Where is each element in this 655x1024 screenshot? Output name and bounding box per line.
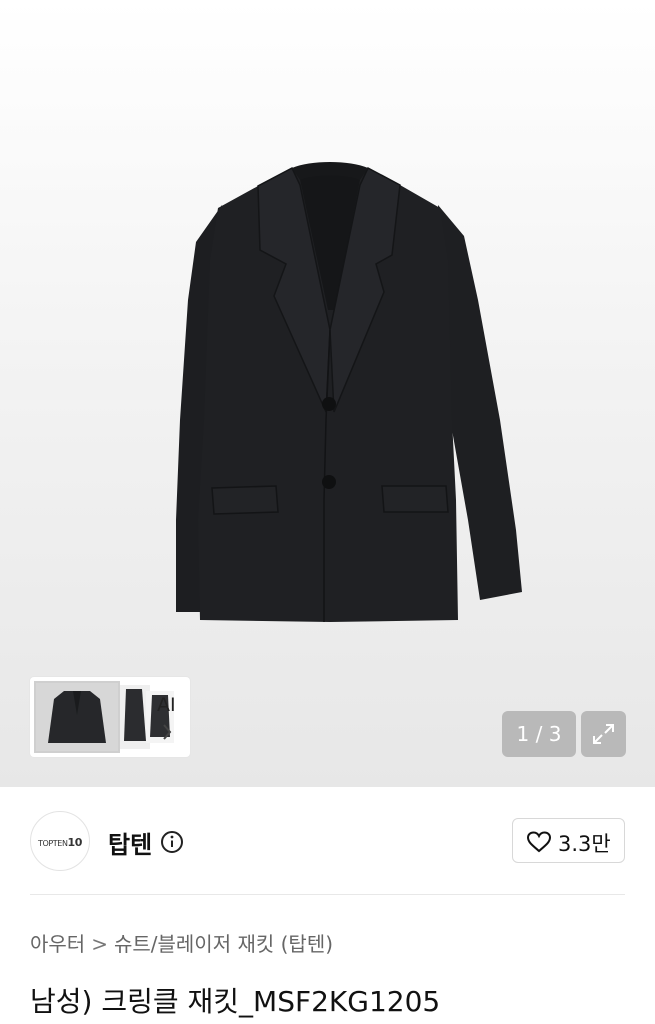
heart-icon [526, 831, 552, 853]
breadcrumb-category[interactable]: 아우터 [30, 932, 85, 956]
page-indicator: 1 / 3 [502, 711, 576, 757]
thumbnail-front[interactable] [34, 681, 120, 753]
divider [30, 894, 625, 895]
product-image-gallery[interactable]: AI 1 / 3 [0, 0, 655, 787]
expand-arrows-icon [593, 724, 614, 744]
like-count: 3.3만 [558, 832, 611, 856]
info-circle-icon[interactable] [160, 830, 184, 854]
expand-button[interactable] [581, 711, 626, 757]
brand-logo-number: 10 [67, 836, 83, 849]
breadcrumb-subcategory[interactable]: 슈트/블레이저 재킷 (탑텐) [114, 932, 333, 956]
brand-name[interactable]: 탑텐 [108, 825, 152, 860]
breadcrumb: 아우터 > 슈트/블레이저 재킷 (탑텐) [30, 928, 333, 957]
breadcrumb-separator: > [91, 932, 108, 956]
product-title: 남성) 크링클 재킷_MSF2KG1205 [30, 985, 441, 1018]
thumbnail-strip[interactable] [30, 677, 190, 757]
like-button[interactable]: 3.3만 [512, 818, 625, 863]
brand-logo[interactable]: TOPTEN10 [30, 811, 90, 871]
brand-logo-text: TOPTEN [38, 839, 68, 848]
chevron-right-icon[interactable] [160, 722, 174, 742]
product-image[interactable] [0, 0, 655, 787]
ai-label[interactable]: AI [157, 694, 176, 716]
